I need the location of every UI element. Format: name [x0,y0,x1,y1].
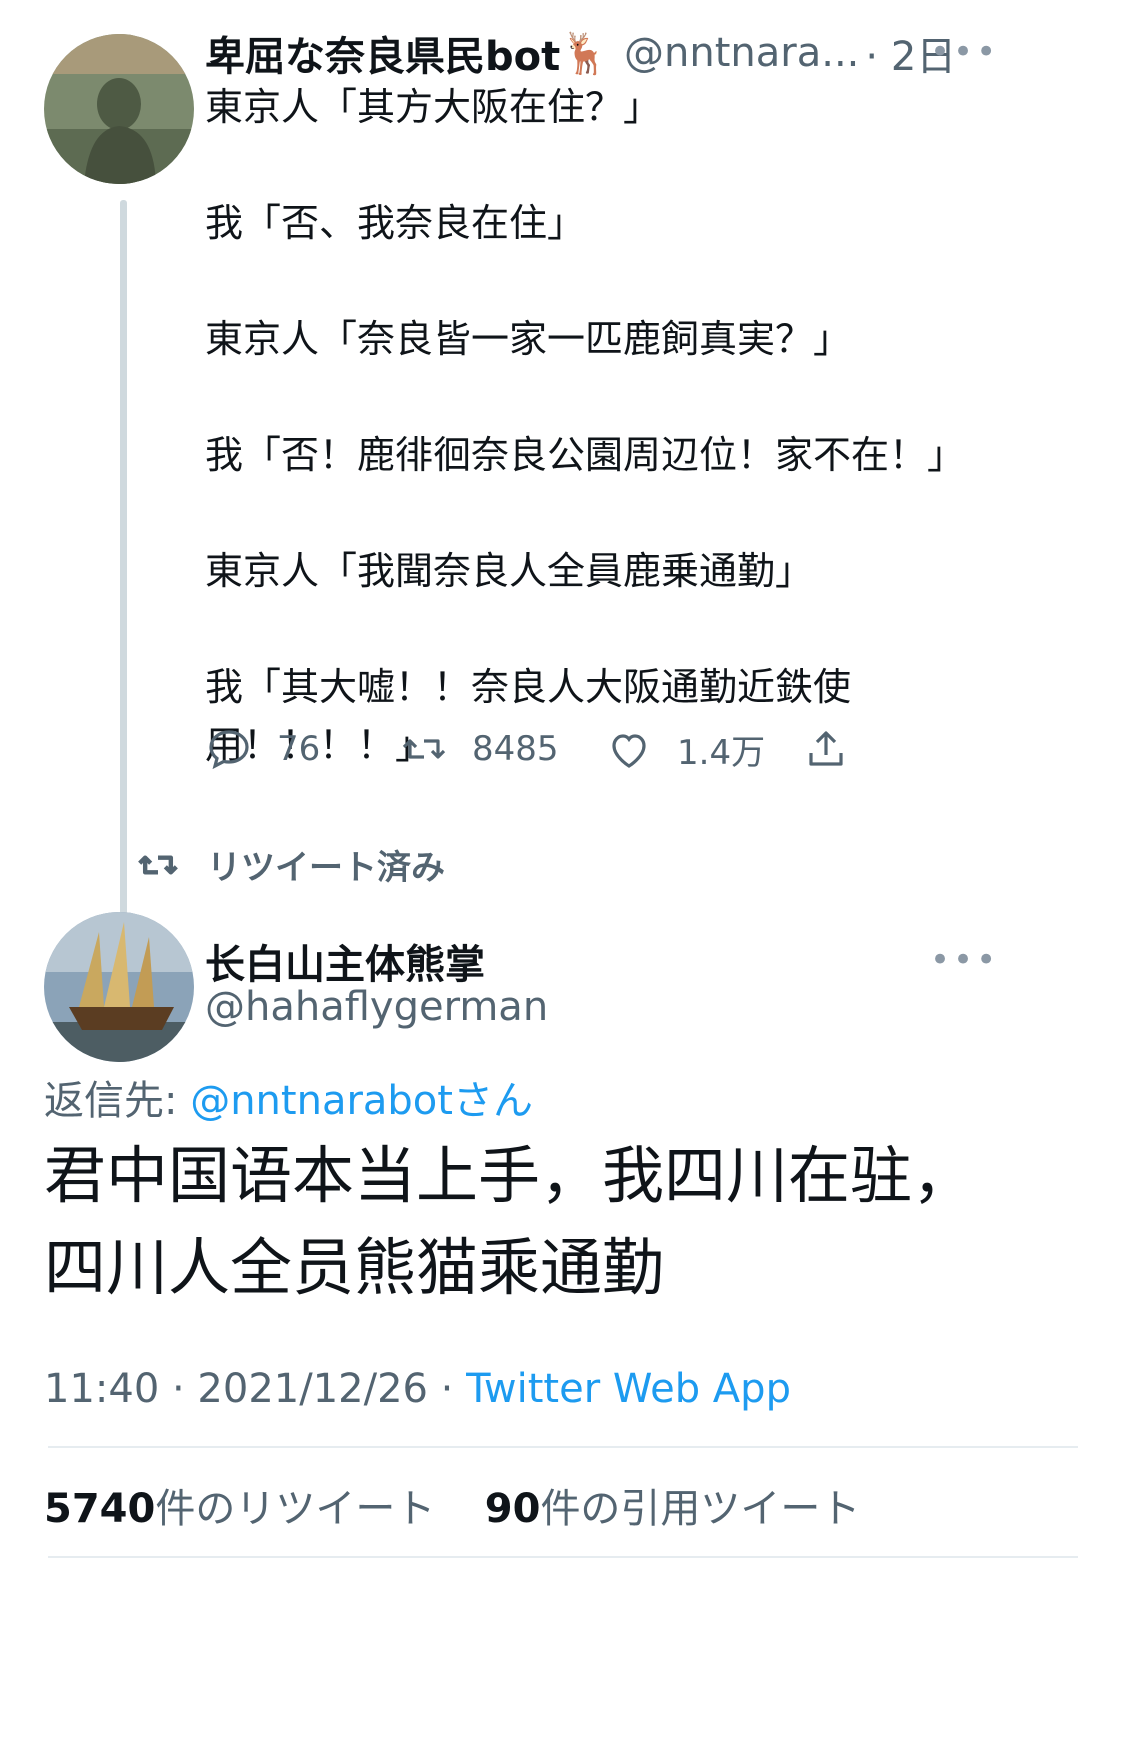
reply-count: 76 [277,729,321,769]
avatar-statue[interactable] [44,34,194,184]
retweet-icon [402,739,446,759]
tweet-stats: 5740件のリツイート 90件の引用ツイート [44,1476,860,1534]
display-name[interactable]: 长白山主体熊掌 [205,932,485,990]
like-count: 1.4万 [677,733,766,773]
reply-to: 返信先: @nntnarabotさん [44,1068,533,1126]
user-handle[interactable]: @hahaflygerman [205,984,548,1030]
retweets-number: 5740 [44,1486,156,1532]
tweet-text: 東京人「其方大阪在住？」 我「否、我奈良在住」 東京人「奈良皆一家一匹鹿飼真実？… [205,85,966,767]
heart-icon [612,733,646,768]
deer-emoji: 🦌 [560,30,611,77]
tweet-timestamp[interactable]: 11:40 · 2021/12/26 · [44,1366,466,1412]
tweet-text: 君中国语本当上手，我四川在驻， 四川人全员熊猫乘通勤 [44,1139,975,1304]
retweeted-label: リツイート済み [207,848,445,888]
retweets-stat[interactable]: 5740件のリツイート [44,1486,435,1532]
divider [48,1446,1078,1448]
reply-to-prefix: 返信先: [44,1078,191,1124]
more-options-icon[interactable]: ••• [930,32,999,72]
avatar-ship[interactable] [44,912,194,1062]
quotes-label: 件の引用ツイート [540,1486,861,1532]
more-options-icon[interactable]: ••• [930,940,999,980]
share-icon [809,731,843,766]
display-name[interactable]: 卑屈な奈良県民bot [205,24,560,82]
retweet-action[interactable]: 8485 [400,725,559,773]
quotes-stat[interactable]: 90件の引用ツイート [485,1486,861,1532]
reply-icon [209,730,249,770]
share-action[interactable] [802,725,850,773]
reply-to-handle-link[interactable]: @nntnarabotさん [190,1078,533,1124]
retweeted-indicator: リツイート済み [133,840,445,889]
like-action[interactable]: 1.4万 [605,725,765,774]
tweet-meta: 11:40 · 2021/12/26 · Twitter Web App [44,1366,791,1412]
thread-line [120,200,127,992]
tweet-source-link[interactable]: Twitter Web App [466,1366,791,1412]
retweets-label: 件のリツイート [155,1486,436,1532]
retweet-icon [138,854,178,875]
reply-action[interactable]: 76 [205,725,320,773]
retweet-count: 8485 [472,729,559,769]
quotes-number: 90 [484,1486,541,1532]
user-handle[interactable]: @nntnara... [624,30,859,76]
tweet-header: 卑屈な奈良県民bot 🦌 @nntnara... · 2日 [205,24,956,82]
divider [48,1556,1078,1558]
